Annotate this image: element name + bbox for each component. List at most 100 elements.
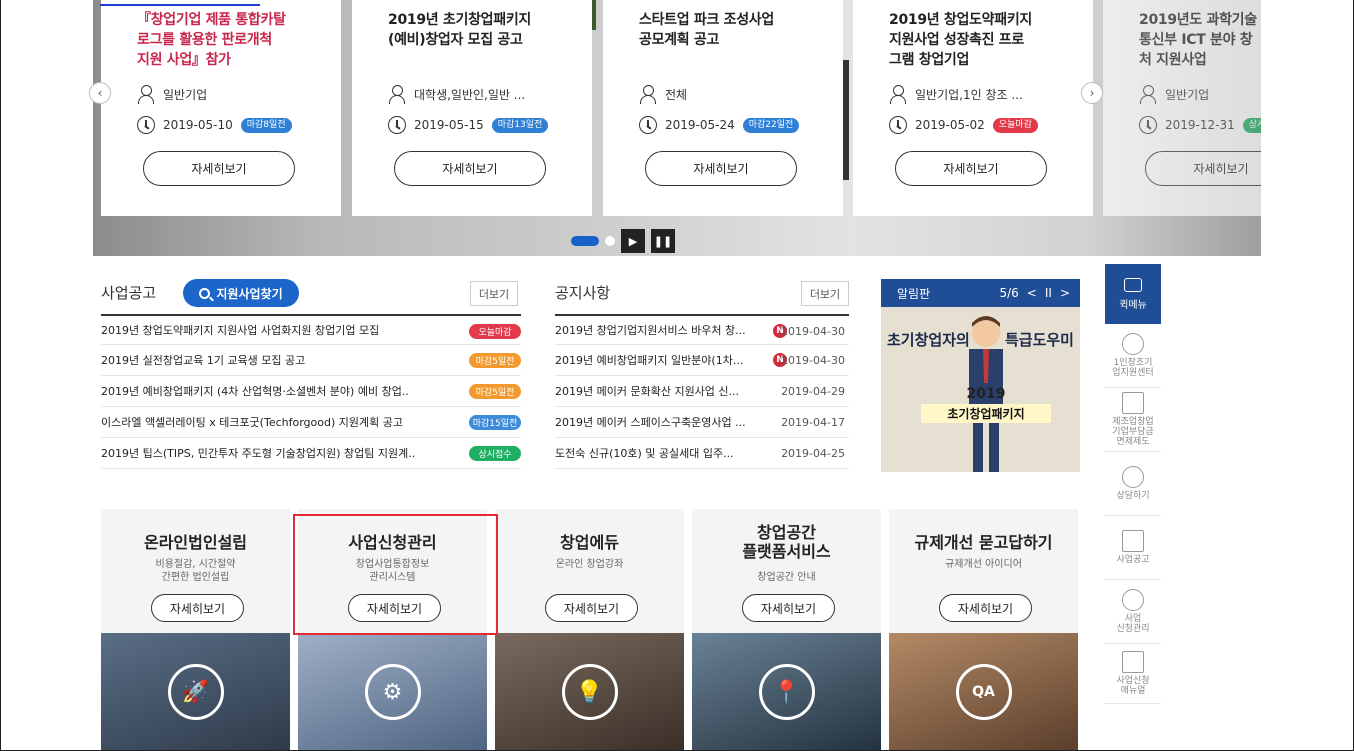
item-title[interactable]: 2019년 실전창업교육 1기 교육생 모집 공고: [101, 352, 451, 368]
biz-notice-more-button[interactable]: 더보기: [470, 281, 518, 306]
clock-icon: [388, 116, 406, 134]
quick-item-label: 사업공고: [1116, 555, 1150, 565]
list-item[interactable]: 이스라엘 액셀러레이팅 x 테크포굿(Techforgood) 지원계획 공고 마…: [101, 407, 521, 438]
clock-icon: [889, 116, 907, 134]
card-title: 2019년 초기창업패키지 (예비)창업자 모집 공고: [388, 12, 531, 48]
list-item[interactable]: 2019년 창업도약패키지 지원사업 사업화지원 창업기업 모집 오늘마감: [101, 314, 521, 345]
card-date: 2019-05-15 마감13일전: [388, 116, 549, 134]
card-date-text: 2019-05-15: [414, 118, 484, 132]
card-detail-button[interactable]: 자세히보기: [394, 151, 546, 186]
biz-notice-title: 사업공고: [101, 284, 157, 302]
service-detail-button[interactable]: 자세히보기: [545, 594, 638, 622]
status-badge: 마감15일전: [469, 415, 521, 430]
top-link-underline[interactable]: [100, 0, 260, 6]
list-item[interactable]: 도전숙 신규(10호) 및 공실세대 입주... 2019-04-25: [555, 438, 849, 469]
rocket-laptop-icon: 🚀: [167, 664, 224, 720]
item-title[interactable]: 도전숙 신규(10호) 및 공실세대 입주...: [555, 445, 760, 461]
list-item[interactable]: 2019년 메이커 문화확산 지원사업 신... 2019-04-29: [555, 376, 849, 407]
carousel-next-arrow[interactable]: ›: [1081, 82, 1103, 104]
card-detail-button[interactable]: 자세히보기: [143, 151, 295, 186]
card-target-text: 일반기업: [163, 87, 208, 102]
service-detail-button[interactable]: 자세히보기: [742, 594, 835, 622]
lightbulb-pencil-icon: 💡: [561, 664, 618, 720]
status-badge: 마감5일전: [469, 384, 521, 399]
list-item[interactable]: 2019년 예비창업패키지 일반분야(1차... N 2019-04-30: [555, 345, 849, 376]
card-target: 일반기업: [1139, 85, 1209, 104]
status-badge: 마감5일전: [469, 353, 521, 368]
item-date: 2019-04-17: [781, 416, 845, 429]
news-more-button[interactable]: 더보기: [801, 281, 849, 306]
card-target: 일반기업: [137, 85, 208, 104]
quick-item-label: 상담하기: [1116, 491, 1150, 501]
item-title[interactable]: 2019년 메이커 문화확산 지원사업 신...: [555, 383, 760, 399]
quick-item-manufacturing[interactable]: 제조업창업 기업부담금 면제제도: [1105, 388, 1161, 452]
service-desc: 온라인 창업강좌: [555, 559, 624, 570]
card-title: 2019년도 과학기술 통신부 ICT 분야 창 처 지원사업: [1139, 12, 1257, 68]
pager-dot-active[interactable]: [571, 236, 599, 246]
board-program[interactable]: 초기창업패키지: [921, 404, 1051, 423]
card-date: 2019-05-02 오늘마감: [889, 116, 1038, 134]
list-item[interactable]: 2019년 예비창업패키지 (4차 산업혁명·소셜벤처 분야) 예비 창업.. 마…: [101, 376, 521, 407]
item-title[interactable]: 2019년 예비창업패키지 (4차 산업혁명·소셜벤처 분야) 예비 창업..: [101, 383, 451, 399]
list-item[interactable]: 2019년 창업기업지원서비스 바우처 창... N 2019-04-30: [555, 314, 849, 345]
item-title[interactable]: 이스라엘 액셀러레이팅 x 테크포굿(Techforgood) 지원계획 공고: [101, 414, 451, 430]
carousel-pager: ▶ ❚❚: [571, 229, 675, 253]
service-photo: ⚙: [298, 633, 487, 751]
service-regulation-qa: 규제개선 묻고답하기 규제개선 아이디어 자세히보기 QA: [889, 509, 1078, 751]
quick-item-notice[interactable]: 사업공고: [1105, 516, 1161, 580]
board-pause-button[interactable]: II: [1045, 286, 1052, 300]
board-banner: 초기창업자의 특급도우미: [887, 329, 1074, 353]
board-next-button[interactable]: >: [1060, 286, 1070, 300]
megaphone-icon: [1122, 530, 1144, 552]
card-target: 전체: [639, 85, 687, 104]
find-support-button[interactable]: 지원사업찾기: [183, 279, 299, 307]
card-date-text: 2019-05-10: [163, 118, 233, 132]
list-item[interactable]: 2019년 메이커 스페이스구축운영사업 ... 2019-04-17: [555, 407, 849, 438]
item-title[interactable]: 2019년 창업도약패키지 지원사업 사업화지원 창업기업 모집: [101, 322, 451, 338]
news-title: 공지사항: [555, 284, 611, 302]
quick-item-one-person[interactable]: 1인창조기 업지원센터: [1105, 324, 1161, 388]
item-title[interactable]: 2019년 창업기업지원서비스 바우처 창...: [555, 322, 760, 338]
play-button[interactable]: ▶: [621, 229, 645, 253]
card-date: 2019-05-10 마감8일전: [137, 116, 292, 134]
card-date-text: 2019-12-31: [1165, 118, 1235, 132]
item-title[interactable]: 2019년 팁스(TIPS, 민간투자 주도형 기술창업지원) 창업팀 지원계.…: [101, 445, 451, 461]
quick-menu: 퀵메뉴 1인창조기 업지원센터 제조업창업 기업부담금 면제제도 상담하기 사업…: [1105, 264, 1161, 704]
list-item[interactable]: 2019년 실전창업교육 1기 교육생 모집 공고 마감5일전: [101, 345, 521, 376]
board-banner-left: 초기창업자의: [887, 331, 970, 349]
qa-bubble-icon: QA: [955, 664, 1012, 720]
person-icon: [1139, 85, 1157, 104]
board-controls: 5/6 < II >: [999, 286, 1070, 300]
carousel-card: 2019년도 과학기술 통신부 ICT 분야 창 처 지원사업 일반기업 201…: [1103, 0, 1261, 216]
pager-dot[interactable]: [605, 236, 615, 246]
carousel-prev-arrow[interactable]: ‹: [89, 82, 111, 104]
item-title[interactable]: 2019년 예비창업패키지 일반분야(1차...: [555, 352, 760, 368]
quick-item-consult[interactable]: 상담하기: [1105, 452, 1161, 516]
quick-item-label: 사업신청 매뉴얼: [1116, 676, 1150, 696]
board-header: 알림판 5/6 < II >: [881, 279, 1080, 307]
book-icon: [1122, 651, 1144, 673]
quick-item-manual[interactable]: 사업신청 매뉴얼: [1105, 644, 1161, 704]
card-date-text: 2019-05-24: [665, 118, 735, 132]
board-banner-right: 특급도우미: [1004, 331, 1074, 349]
service-desc: 비용절감, 시간절약 간편한 법인설립: [155, 559, 236, 583]
pause-button[interactable]: ❚❚: [651, 229, 675, 253]
item-date: 2019-04-30: [781, 325, 845, 338]
card-target: 대학생,일반인,일반 ...: [388, 85, 525, 104]
service-detail-button[interactable]: 자세히보기: [151, 594, 244, 622]
card-detail-button[interactable]: 자세히보기: [1145, 151, 1261, 186]
deadline-badge: 마감13일전: [491, 117, 549, 133]
list-item[interactable]: 2019년 팁스(TIPS, 민간투자 주도형 기술창업지원) 창업팀 지원계.…: [101, 438, 521, 469]
map-pin-icon: 📍: [758, 664, 815, 720]
card-detail-button[interactable]: 자세히보기: [895, 151, 1047, 186]
quick-menu-header[interactable]: 퀵메뉴: [1105, 264, 1161, 324]
search-icon: [199, 287, 211, 299]
board-prev-button[interactable]: <: [1027, 286, 1037, 300]
status-badge: 오늘마감: [469, 324, 521, 339]
item-date: 2019-04-30: [781, 354, 845, 367]
service-detail-button[interactable]: 자세히보기: [939, 594, 1032, 622]
card-detail-button[interactable]: 자세히보기: [645, 151, 797, 186]
card-date: 2019-05-24 마감22일전: [639, 116, 800, 134]
quick-item-apply-manage[interactable]: 사업 신청관리: [1105, 580, 1161, 644]
item-title[interactable]: 2019년 메이커 스페이스구축운영사업 ...: [555, 414, 760, 430]
